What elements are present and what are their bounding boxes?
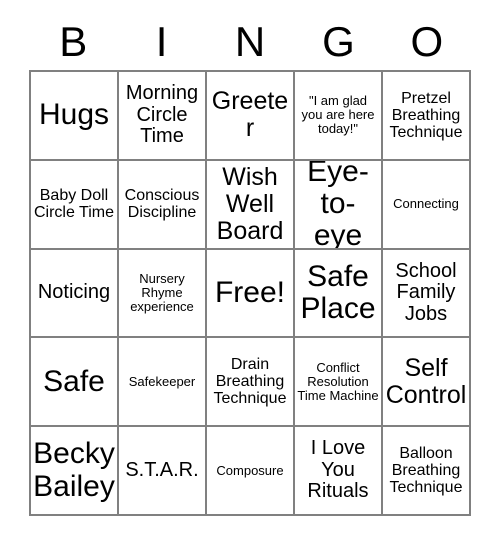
bingo-cell-label: Baby Doll Circle Time xyxy=(33,186,114,222)
bingo-cell-i3[interactable]: Nursery Rhyme experience xyxy=(119,249,207,339)
bingo-cell-label: Balloon Breathing Technique xyxy=(389,444,463,497)
bingo-cell-label: I Love You Rituals xyxy=(307,437,369,503)
bingo-cell-o4[interactable]: Self Control xyxy=(383,338,471,428)
bingo-cell-label: Noticing xyxy=(37,281,111,304)
bingo-card: B I N G O Hugs Morning Circle Time Greet… xyxy=(0,0,500,544)
bingo-cell-label: Nursery Rhyme experience xyxy=(130,270,194,314)
bingo-cell-i2[interactable]: Conscious Discipline xyxy=(119,160,207,250)
bingo-cell-label: Greeter xyxy=(211,87,289,143)
bingo-header-letter-o: O xyxy=(410,17,444,65)
bingo-cell-label: "I am glad you are here today!" xyxy=(301,93,375,137)
bingo-cell-g4[interactable]: Conflict Resolution Time Machine xyxy=(295,338,383,428)
bingo-cell-g1[interactable]: "I am glad you are here today!" xyxy=(295,72,383,161)
bingo-cell-label: Drain Breathing Technique xyxy=(213,355,287,408)
bingo-cell-free-space[interactable]: Free! xyxy=(207,249,295,339)
bingo-cell-label: Conscious Discipline xyxy=(124,186,200,222)
bingo-cell-b5[interactable]: Becky Bailey xyxy=(31,427,119,516)
bingo-cell-g5[interactable]: I Love You Rituals xyxy=(295,427,383,516)
bingo-cell-i5[interactable]: S.T.A.R. xyxy=(119,427,207,516)
bingo-cell-label: Becky Bailey xyxy=(33,437,115,503)
bingo-cell-g3[interactable]: Safe Place xyxy=(295,249,383,339)
bingo-cell-o2[interactable]: Connecting xyxy=(383,160,471,250)
bingo-cell-label: Pretzel Breathing Technique xyxy=(389,89,463,142)
bingo-header-letter-i: I xyxy=(155,17,168,65)
bingo-cell-label: Connecting xyxy=(393,196,459,212)
bingo-header: B I N G O xyxy=(29,13,471,70)
bingo-cell-n5[interactable]: Composure xyxy=(207,427,295,516)
bingo-cell-n4[interactable]: Drain Breathing Technique xyxy=(207,338,295,428)
bingo-cell-label: Safekeeper xyxy=(128,373,196,389)
bingo-cell-o5[interactable]: Balloon Breathing Technique xyxy=(383,427,471,516)
bingo-header-letter-b: B xyxy=(59,17,88,65)
bingo-cell-label: Self Control xyxy=(385,353,467,409)
bingo-grid: Hugs Morning Circle Time Greeter "I am g… xyxy=(29,70,471,516)
bingo-cell-b2[interactable]: Baby Doll Circle Time xyxy=(31,160,119,250)
bingo-cell-label: Free! xyxy=(214,275,286,309)
bingo-cell-o1[interactable]: Pretzel Breathing Technique xyxy=(383,72,471,161)
bingo-cell-o3[interactable]: School Family Jobs xyxy=(383,249,471,339)
bingo-cell-label: School Family Jobs xyxy=(395,259,457,325)
bingo-cell-b1[interactable]: Hugs xyxy=(31,72,119,161)
bingo-cell-label: Safe Place xyxy=(300,259,376,325)
bingo-cell-i1[interactable]: Morning Circle Time xyxy=(119,72,207,161)
bingo-cell-label: Morning Circle Time xyxy=(125,82,199,148)
bingo-cell-label: S.T.A.R. xyxy=(125,458,199,481)
bingo-cell-n1[interactable]: Greeter xyxy=(207,72,295,161)
bingo-header-letter-g: G xyxy=(322,17,355,65)
bingo-cell-b3[interactable]: Noticing xyxy=(31,249,119,339)
bingo-cell-label: Hugs xyxy=(38,98,110,132)
bingo-cell-g2[interactable]: Eye-to-eye xyxy=(295,160,383,250)
bingo-header-letter-n: N xyxy=(234,17,266,65)
bingo-cell-label: Eye-to-eye xyxy=(307,160,369,250)
bingo-cell-label: Wish Well Board xyxy=(216,162,284,245)
bingo-cell-n2[interactable]: Wish Well Board xyxy=(207,160,295,250)
bingo-cell-label: Conflict Resolution Time Machine xyxy=(297,359,379,403)
bingo-cell-i4[interactable]: Safekeeper xyxy=(119,338,207,428)
bingo-cell-label: Composure xyxy=(216,462,284,478)
bingo-cell-label: Safe xyxy=(43,364,105,398)
bingo-cell-b4[interactable]: Safe xyxy=(31,338,119,428)
